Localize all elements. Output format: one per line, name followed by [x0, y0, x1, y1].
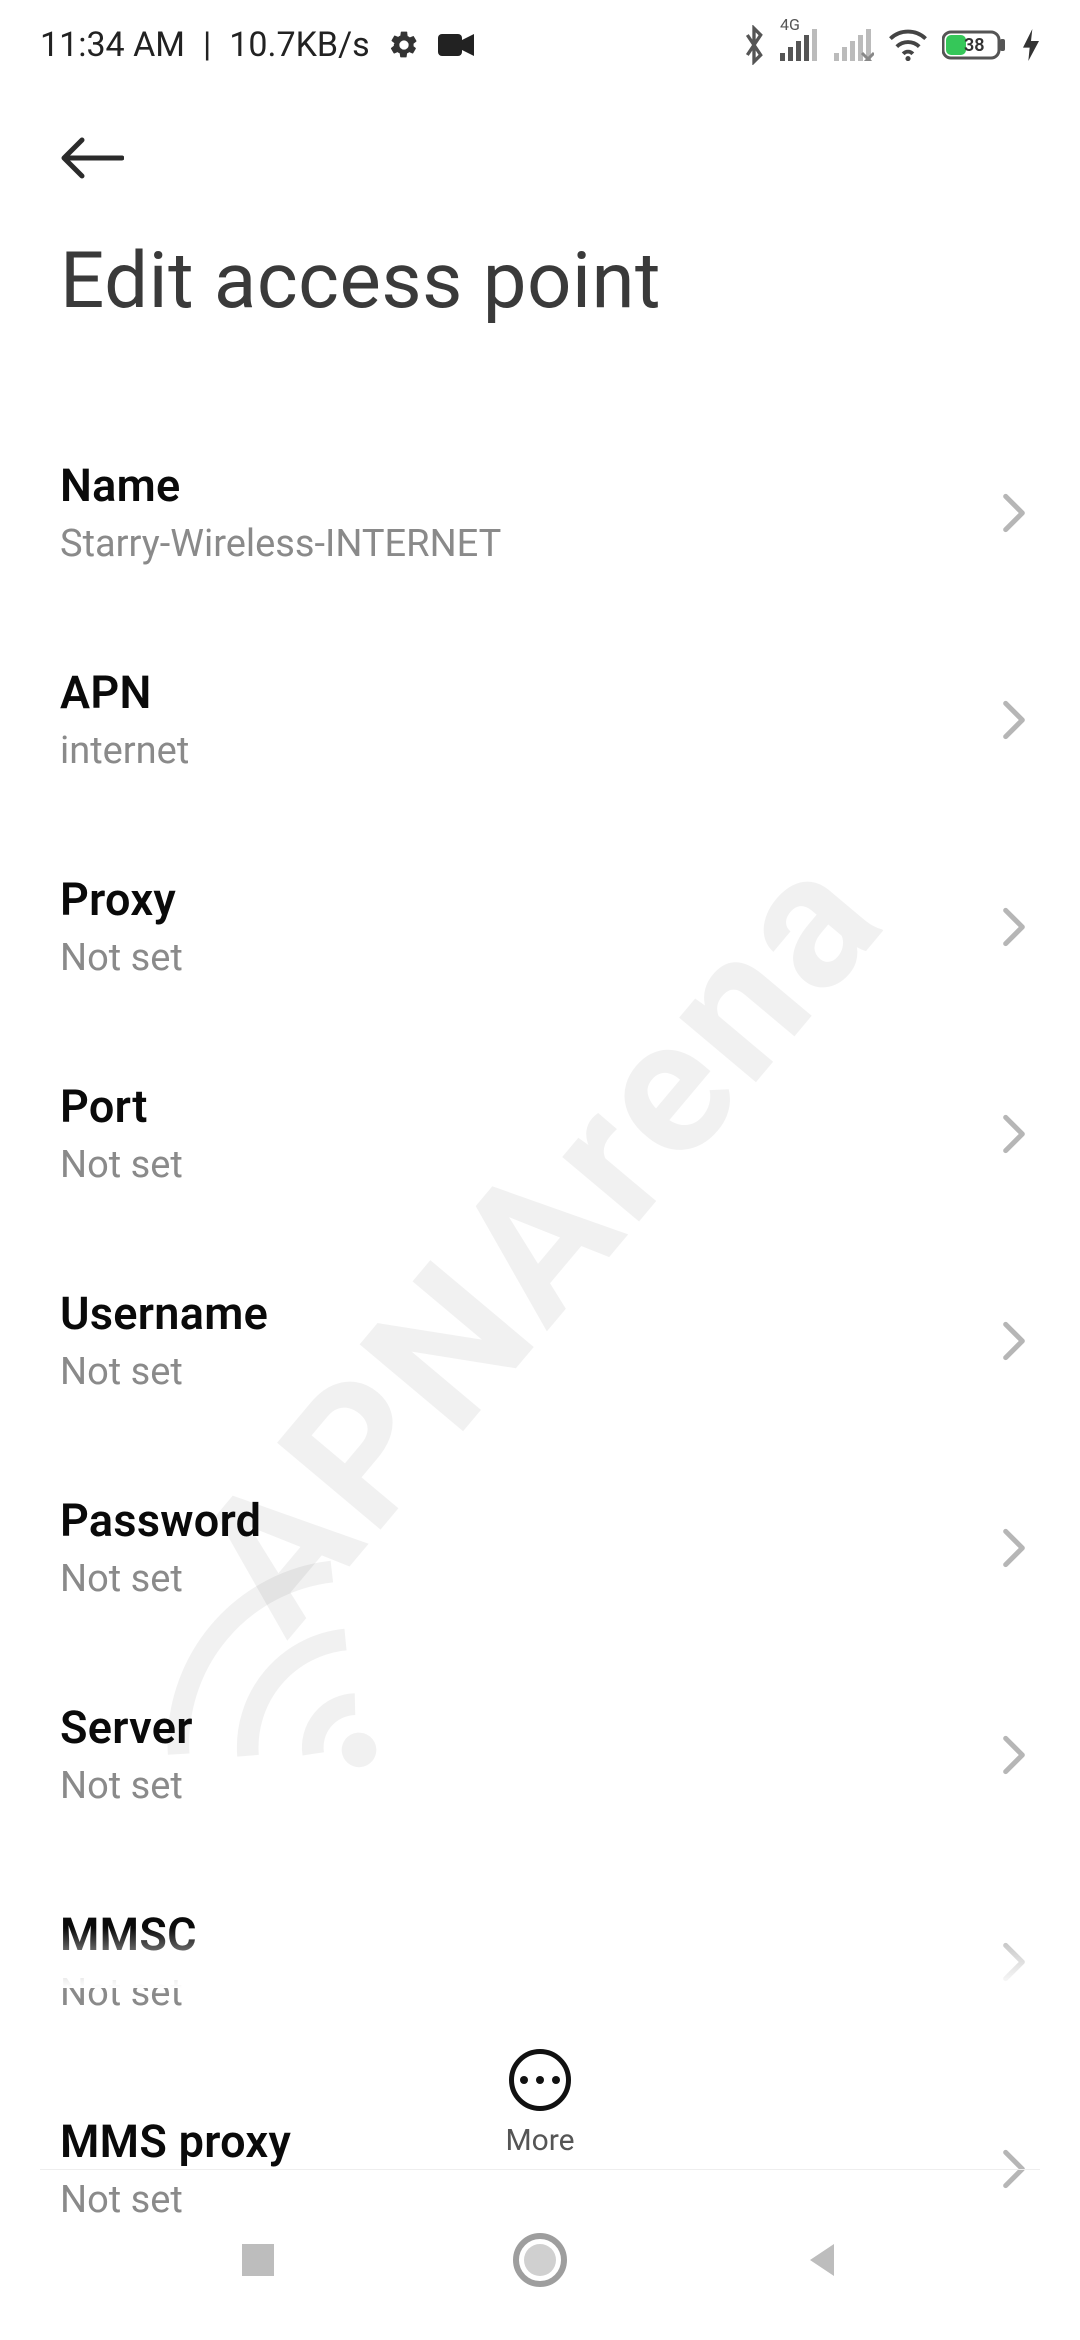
header: Edit access point	[0, 90, 1080, 351]
row-value: Not set	[60, 1143, 990, 1187]
row-label: Server	[60, 1701, 990, 1754]
back-button[interactable]	[60, 118, 140, 198]
row-value: Not set	[60, 1350, 990, 1394]
row-username[interactable]: Username Not set	[0, 1257, 1080, 1424]
row-name[interactable]: Name Starry-Wireless-INTERNET	[0, 429, 1080, 596]
bluetooth-icon	[742, 25, 766, 65]
row-server[interactable]: Server Not set	[0, 1671, 1080, 1838]
row-label: Name	[60, 459, 990, 512]
signal-sim2-icon	[834, 29, 874, 61]
signal-sim1-icon: 4G	[780, 29, 820, 61]
row-label: MMSC	[60, 1908, 990, 1961]
status-net-speed: 10.7KB/s	[229, 25, 369, 65]
row-label: Port	[60, 1080, 990, 1133]
row-port[interactable]: Port Not set	[0, 1050, 1080, 1217]
charging-icon	[1022, 29, 1040, 61]
row-value: internet	[60, 729, 990, 773]
row-apn[interactable]: APN internet	[0, 636, 1080, 803]
settings-icon	[388, 29, 420, 61]
nav-back-button[interactable]	[800, 2238, 844, 2282]
row-proxy[interactable]: Proxy Not set	[0, 843, 1080, 1010]
more-menu[interactable]: More	[0, 2049, 1080, 2158]
chevron-right-icon	[1002, 1942, 1026, 1982]
row-mmsc[interactable]: MMSC Not set	[0, 1878, 1080, 2045]
chevron-right-icon	[1002, 700, 1026, 740]
row-label: Username	[60, 1287, 990, 1340]
page-title: Edit access point	[60, 236, 1020, 327]
more-icon	[509, 2049, 571, 2111]
chevron-right-icon	[1002, 1735, 1026, 1775]
row-label: Proxy	[60, 873, 990, 926]
row-label: APN	[60, 666, 990, 719]
chevron-right-icon	[1002, 907, 1026, 947]
battery-pct: 38	[964, 35, 985, 56]
row-value: Not set	[60, 1971, 990, 2015]
chevron-right-icon	[1002, 1321, 1026, 1361]
more-label: More	[505, 2123, 574, 2158]
row-password[interactable]: Password Not set	[0, 1464, 1080, 1631]
system-nav-bar	[0, 2180, 1080, 2340]
network-type-label: 4G	[780, 15, 800, 34]
camera-icon	[438, 32, 474, 58]
row-value: Not set	[60, 1557, 990, 1601]
chevron-right-icon	[1002, 493, 1026, 533]
status-divider: |	[203, 25, 211, 65]
divider	[40, 2169, 1040, 2170]
battery-icon: 38	[942, 29, 1008, 61]
wifi-icon	[888, 29, 928, 61]
status-bar: 11:34 AM | 10.7KB/s 4G 38	[0, 0, 1080, 90]
chevron-right-icon	[1002, 1528, 1026, 1568]
row-value: Not set	[60, 1764, 990, 1808]
row-value: Not set	[60, 936, 990, 980]
status-time: 11:34 AM	[40, 25, 185, 65]
nav-recent-button[interactable]	[236, 2238, 280, 2282]
row-label: Password	[60, 1494, 990, 1547]
nav-home-button[interactable]	[512, 2232, 568, 2288]
settings-list: Name Starry-Wireless-INTERNET APN intern…	[0, 351, 1080, 2252]
row-value: Starry-Wireless-INTERNET	[60, 522, 990, 566]
chevron-right-icon	[1002, 1114, 1026, 1154]
